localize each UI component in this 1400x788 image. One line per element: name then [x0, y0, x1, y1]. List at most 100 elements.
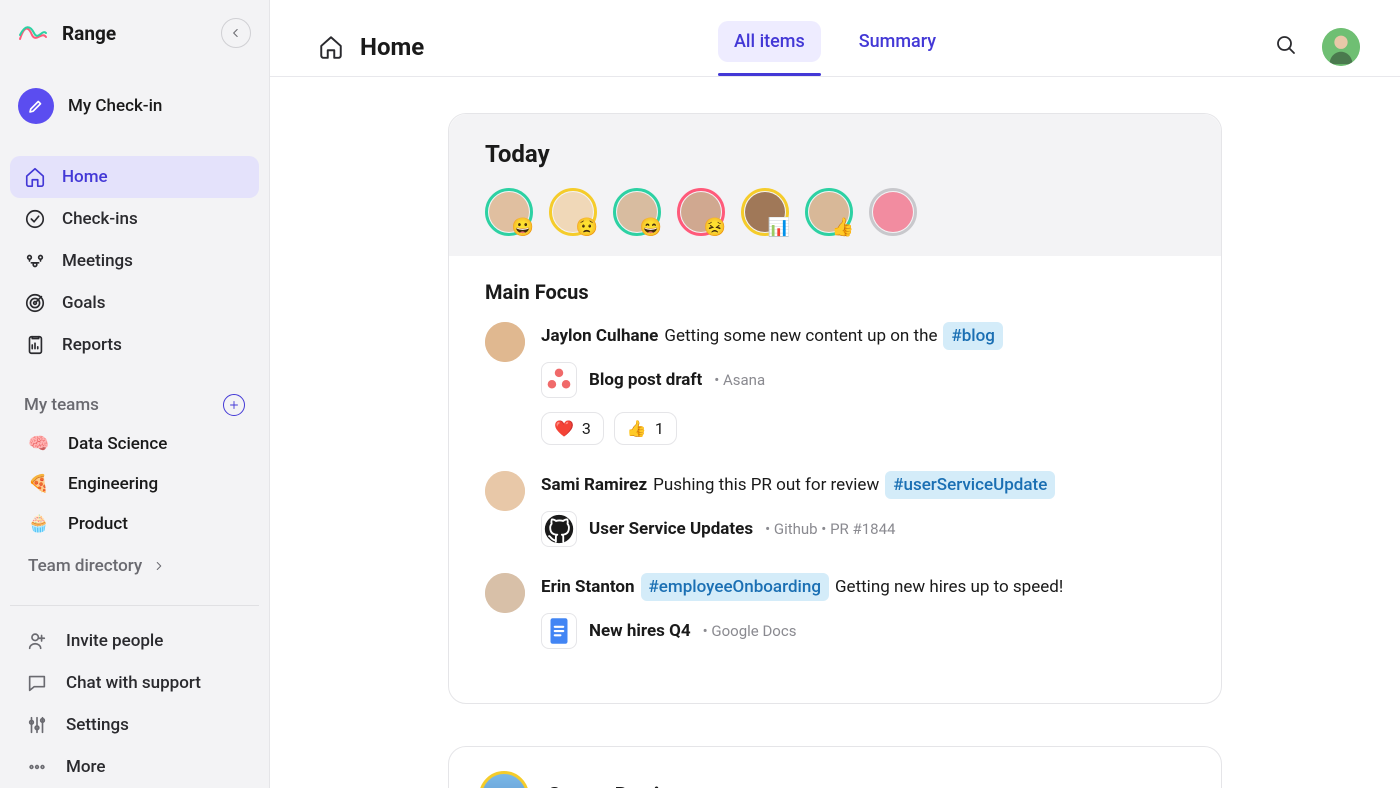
today-person-avatar[interactable]: 😟: [549, 188, 597, 236]
settings-label: Settings: [66, 715, 129, 735]
pizza-icon: 🍕: [28, 474, 50, 494]
invite-people-button[interactable]: Invite people: [14, 620, 255, 662]
reaction-button[interactable]: ❤️ 3: [541, 412, 604, 445]
team-label: Engineering: [68, 474, 158, 494]
tab-all-items-label: All items: [734, 31, 805, 52]
sidebar: Range My Check-in Home C: [0, 0, 270, 788]
chat-icon: [26, 672, 48, 694]
collapse-sidebar-button[interactable]: [221, 18, 251, 48]
team-data-science[interactable]: 🧠 Data Science: [16, 424, 253, 464]
avatar-face: [873, 192, 913, 232]
tab-summary-label: Summary: [859, 31, 936, 52]
home-icon: [318, 34, 344, 60]
brand-logo-icon: [18, 21, 48, 45]
today-person-avatar[interactable]: 😄: [613, 188, 661, 236]
main-focus-title: Main Focus: [485, 280, 1185, 304]
team-directory-link[interactable]: Team directory: [16, 544, 253, 590]
target-icon: [24, 292, 46, 314]
brand-name: Range: [62, 22, 116, 45]
focus-text: Getting new hires up to speed!: [835, 575, 1063, 599]
focus-text: Getting some new content up on the: [664, 324, 937, 348]
mood-badge-icon: 😄: [640, 219, 662, 237]
focus-item: Erin Stanton#employeeOnboardingGetting n…: [485, 573, 1185, 649]
nav-meetings-label: Meetings: [62, 251, 133, 271]
avatar[interactable]: [485, 322, 525, 362]
team-engineering[interactable]: 🍕 Engineering: [16, 464, 253, 504]
reaction-button[interactable]: 👍1: [614, 412, 677, 445]
nav-home[interactable]: Home: [10, 156, 259, 198]
hashtag[interactable]: #employeeOnboarding: [641, 573, 829, 601]
chat-label: Chat with support: [66, 673, 201, 693]
gdoc-icon: [541, 613, 577, 649]
reaction-count: 3: [582, 419, 591, 438]
mood-badge-icon: 📊: [768, 219, 790, 237]
focus-text: Pushing this PR out for review: [653, 473, 879, 497]
attachment[interactable]: User Service Updates • Github • PR #1844: [541, 511, 1185, 547]
brain-icon: 🧠: [28, 434, 50, 454]
focus-author[interactable]: Erin Stanton: [541, 575, 635, 599]
hashtag[interactable]: #blog: [943, 322, 1002, 350]
search-button[interactable]: [1274, 33, 1298, 61]
attachment-meta: • Github • PR #1844: [765, 520, 895, 538]
nav-reports[interactable]: Reports: [10, 324, 259, 366]
tab-summary[interactable]: Summary: [843, 21, 952, 76]
more-icon: [26, 756, 48, 778]
pencil-icon: [18, 88, 54, 124]
hashtag[interactable]: #userServiceUpdate: [885, 471, 1055, 499]
mood-badge-icon: 👍: [832, 219, 854, 237]
attachment[interactable]: Blog post draft• Asana: [541, 362, 1185, 398]
avatar-carter[interactable]: 📊: [479, 771, 529, 788]
attachment-title: Blog post draft: [589, 370, 702, 390]
nav-home-label: Home: [62, 167, 108, 187]
check-circle-icon: [24, 208, 46, 230]
my-checkin-button[interactable]: My Check-in: [10, 74, 259, 138]
today-person-avatar[interactable]: [869, 188, 917, 236]
nav-goals[interactable]: Goals: [10, 282, 259, 324]
my-teams-header: My teams: [24, 395, 99, 415]
today-card: Today 😀😟😄😣📊👍 Main Focus Jaylon CulhaneGe…: [448, 113, 1222, 704]
user-avatar[interactable]: [1322, 28, 1360, 66]
search-icon: [1274, 33, 1298, 57]
avatar[interactable]: [485, 573, 525, 613]
today-person-avatar[interactable]: 👍: [805, 188, 853, 236]
today-person-avatar[interactable]: 📊: [741, 188, 789, 236]
carter-card: 📊 Carter Donin: [448, 746, 1222, 788]
reaction-count: 1: [655, 419, 664, 438]
carter-name: Carter Donin: [547, 784, 672, 788]
today-person-avatar[interactable]: 😣: [677, 188, 725, 236]
nav-meetings[interactable]: Meetings: [10, 240, 259, 282]
sliders-icon: [26, 714, 48, 736]
team-product[interactable]: 🧁 Product: [16, 504, 253, 544]
asana-icon: [541, 362, 577, 398]
chat-support-button[interactable]: Chat with support: [14, 662, 255, 704]
today-person-avatar[interactable]: 😀: [485, 188, 533, 236]
page-heading: Home: [318, 33, 718, 61]
reaction-emoji-icon: ❤️: [554, 419, 574, 438]
nav-reports-label: Reports: [62, 335, 122, 355]
team-label: Data Science: [68, 434, 167, 454]
cupcake-icon: 🧁: [28, 514, 50, 534]
attachment-title: User Service Updates: [589, 519, 753, 539]
avatar[interactable]: [485, 471, 525, 511]
invite-icon: [26, 630, 48, 652]
reports-icon: [24, 334, 46, 356]
focus-item: Sami RamirezPushing this PR out for revi…: [485, 471, 1185, 547]
nav-checkins[interactable]: Check-ins: [10, 198, 259, 240]
settings-button[interactable]: Settings: [14, 704, 255, 746]
more-button[interactable]: More: [14, 746, 255, 788]
nav-checkins-label: Check-ins: [62, 209, 138, 229]
focus-author[interactable]: Jaylon Culhane: [541, 324, 658, 348]
mood-badge-icon: 😟: [576, 219, 598, 237]
mood-badge-icon: 😀: [512, 219, 534, 237]
nav-goals-label: Goals: [62, 293, 105, 313]
my-checkin-label: My Check-in: [68, 96, 162, 116]
attachment[interactable]: New hires Q4• Google Docs: [541, 613, 1185, 649]
add-team-button[interactable]: [223, 394, 245, 416]
chevron-right-icon: [152, 559, 166, 573]
focus-author[interactable]: Sami Ramirez: [541, 473, 647, 497]
brand: Range: [18, 21, 116, 45]
team-label: Product: [68, 514, 128, 534]
tab-all-items[interactable]: All items: [718, 21, 821, 62]
meetings-icon: [24, 250, 46, 272]
team-directory-label: Team directory: [28, 556, 142, 576]
